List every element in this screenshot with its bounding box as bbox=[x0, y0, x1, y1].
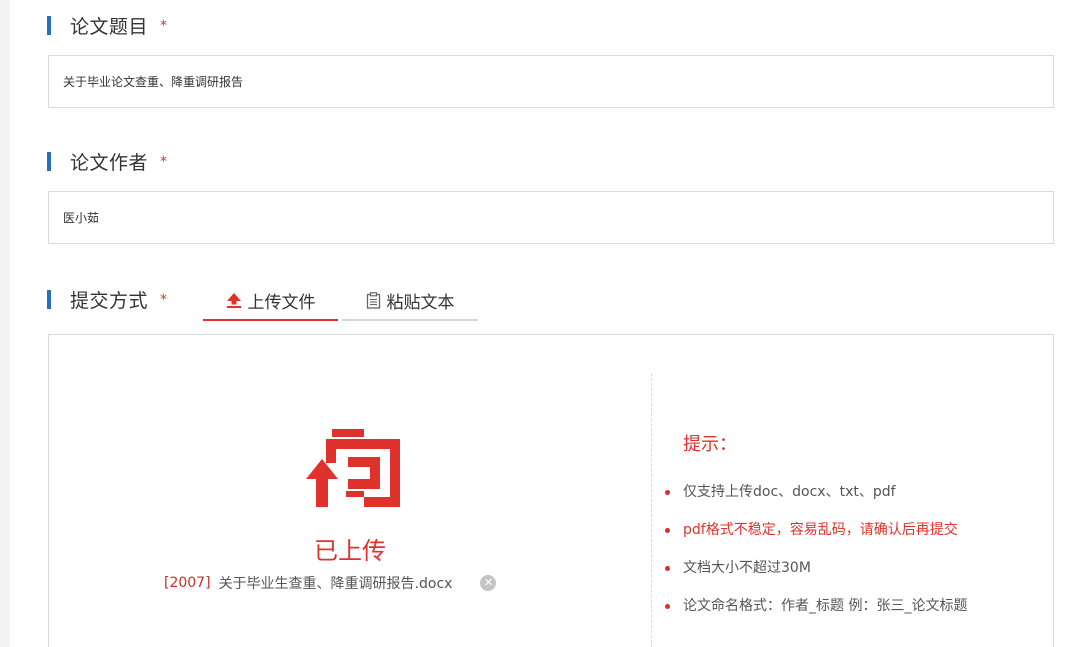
submit-method-label: 提交方式 bbox=[70, 289, 149, 312]
section-marker-bar bbox=[47, 15, 51, 35]
author-section-label: 论文作者 bbox=[70, 151, 149, 174]
file-name: 关于毕业生查重、降重调研报告.docx bbox=[218, 576, 453, 592]
upload-arrow-icon bbox=[226, 292, 242, 308]
required-asterisk: * bbox=[160, 292, 168, 308]
paper-author-input[interactable] bbox=[48, 191, 1054, 244]
tab-upload-file[interactable]: 上传文件 bbox=[203, 281, 338, 321]
left-margin-strip bbox=[0, 0, 10, 647]
tip-item: 文档大小不超过30M bbox=[665, 558, 967, 596]
submit-method-section-header: 提交方式 * bbox=[47, 284, 167, 314]
section-marker-bar bbox=[47, 151, 51, 171]
upload-status-label: 已上传 bbox=[314, 537, 386, 565]
tips-title: 提示： bbox=[683, 434, 737, 455]
tips-list: 仅支持上传doc、docx、txt、pdf pdf格式不稳定，容易乱码，请确认后… bbox=[665, 482, 967, 634]
uploaded-file-entry: [2007] 关于毕业生查重、降重调研报告.docx ✕ bbox=[164, 573, 497, 593]
tab-upload-file-label: 上传文件 bbox=[247, 292, 316, 313]
tab-paste-text-label: 粘贴文本 bbox=[386, 292, 455, 313]
submit-method-tabs: 上传文件 粘贴文本 bbox=[203, 281, 478, 321]
tip-item-warning: pdf格式不稳定，容易乱码，请确认后再提交 bbox=[665, 520, 967, 558]
tab-paste-text[interactable]: 粘贴文本 bbox=[342, 281, 478, 321]
tip-item: 论文命名格式：作者_标题 例：张三_论文标题 bbox=[665, 596, 967, 634]
panel-divider bbox=[651, 373, 652, 647]
paper-title-input[interactable] bbox=[48, 55, 1054, 108]
title-section-label: 论文题目 bbox=[70, 15, 149, 38]
required-asterisk: * bbox=[160, 154, 168, 170]
tip-item: 仅支持上传doc、docx、txt、pdf bbox=[665, 482, 967, 520]
upload-panel: 已上传 [2007] 关于毕业生查重、降重调研报告.docx ✕ 提示： 仅支持… bbox=[48, 334, 1054, 647]
title-section-header: 论文题目 * bbox=[47, 10, 167, 40]
required-asterisk: * bbox=[160, 18, 168, 34]
close-circle-icon[interactable]: ✕ bbox=[480, 575, 497, 591]
uploaded-folder-icon bbox=[306, 429, 400, 513]
file-id: [2007] bbox=[164, 575, 211, 591]
section-marker-bar bbox=[47, 289, 51, 309]
clipboard-icon bbox=[366, 291, 381, 309]
author-section-header: 论文作者 * bbox=[47, 146, 167, 176]
